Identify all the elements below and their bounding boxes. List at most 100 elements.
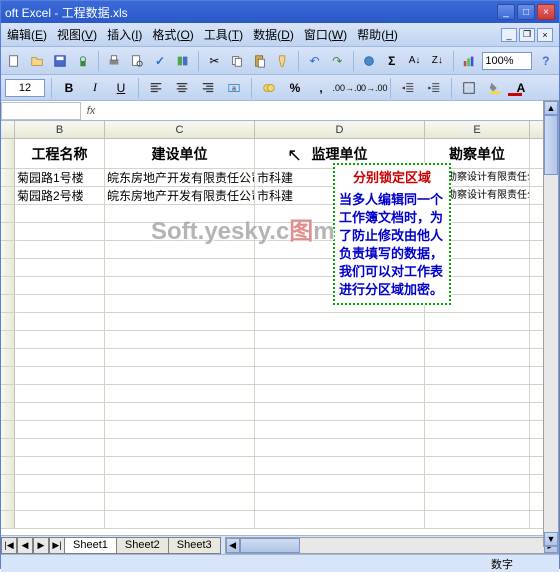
column-header-e[interactable]: E [425, 121, 530, 138]
workbook-close-button[interactable]: × [537, 28, 553, 42]
row-header[interactable] [1, 313, 15, 330]
scroll-up-icon[interactable]: ▲ [544, 101, 558, 115]
cell-header-c[interactable]: 建设单位 [105, 139, 255, 168]
underline-button[interactable]: U [110, 77, 132, 99]
cell[interactable] [105, 223, 255, 240]
formula-input[interactable] [101, 102, 559, 120]
cell[interactable] [425, 439, 530, 456]
row-header[interactable] [1, 457, 15, 474]
undo-icon[interactable]: ↶ [305, 50, 324, 72]
cell[interactable] [15, 493, 105, 510]
font-size-input[interactable] [5, 79, 45, 97]
cell[interactable] [255, 385, 425, 402]
scroll-thumb[interactable] [240, 538, 300, 553]
cell[interactable] [425, 457, 530, 474]
paste-icon[interactable] [251, 50, 270, 72]
cell[interactable] [15, 259, 105, 276]
maximize-button[interactable]: □ [517, 4, 535, 20]
tab-prev-icon[interactable]: ◀ [17, 537, 33, 554]
cell[interactable] [105, 241, 255, 258]
row-header[interactable] [1, 331, 15, 348]
cell[interactable]: 皖东房地产开发有限责任公司 [105, 169, 255, 186]
row-header[interactable] [1, 241, 15, 258]
name-box[interactable] [1, 102, 81, 120]
cell[interactable] [255, 367, 425, 384]
row-header[interactable] [1, 139, 15, 168]
cell[interactable] [105, 259, 255, 276]
sheet-tab-3[interactable]: Sheet3 [168, 537, 221, 554]
cell[interactable] [255, 475, 425, 492]
increase-indent-icon[interactable] [423, 77, 445, 99]
scroll-left-icon[interactable]: ◀ [226, 538, 240, 553]
cell[interactable] [105, 205, 255, 222]
horizontal-scrollbar[interactable]: ◀ ▶ [225, 537, 559, 554]
cell[interactable] [255, 511, 425, 528]
row-header[interactable] [1, 295, 15, 312]
column-header-b[interactable]: B [15, 121, 105, 138]
cell-header-b[interactable]: 工程名称 [15, 139, 105, 168]
cell[interactable] [255, 421, 425, 438]
row-header[interactable] [1, 277, 15, 294]
cell[interactable] [15, 511, 105, 528]
cell[interactable] [255, 331, 425, 348]
redo-icon[interactable]: ↷ [328, 50, 347, 72]
row-header[interactable] [1, 511, 15, 528]
cell[interactable] [425, 493, 530, 510]
scroll-thumb[interactable] [544, 115, 558, 175]
increase-decimal-icon[interactable]: .00→.0 [336, 77, 358, 99]
cell[interactable] [425, 313, 530, 330]
chart-icon[interactable] [460, 50, 479, 72]
cell[interactable] [15, 457, 105, 474]
menu-help[interactable]: 帮助(H) [357, 26, 398, 43]
decrease-indent-icon[interactable] [397, 77, 419, 99]
cell[interactable] [425, 421, 530, 438]
open-icon[interactable] [28, 50, 47, 72]
minimize-button[interactable]: _ [497, 4, 515, 20]
cell[interactable] [15, 295, 105, 312]
menu-view[interactable]: 视图(V) [57, 26, 97, 43]
menu-format[interactable]: 格式(O) [152, 26, 193, 43]
cell[interactable] [255, 403, 425, 420]
cell[interactable] [15, 403, 105, 420]
cell[interactable]: 菊园路2号楼 [15, 187, 105, 204]
cell[interactable] [15, 385, 105, 402]
cell[interactable] [15, 349, 105, 366]
row-header[interactable] [1, 439, 15, 456]
cell[interactable] [105, 367, 255, 384]
fx-button[interactable]: fx [81, 105, 101, 117]
workbook-restore-button[interactable]: ❐ [519, 28, 535, 42]
cell[interactable] [105, 493, 255, 510]
scroll-down-icon[interactable]: ▼ [544, 532, 558, 546]
research-icon[interactable] [173, 50, 192, 72]
merge-center-icon[interactable]: a [223, 77, 245, 99]
cell[interactable] [105, 439, 255, 456]
cell[interactable] [15, 241, 105, 258]
cells-area[interactable]: 工程名称 建设单位 监理单位 勘察单位 菊园路1号楼 皖东房地产开发有限责任公司… [1, 139, 559, 535]
print-icon[interactable] [105, 50, 124, 72]
bold-button[interactable]: B [58, 77, 80, 99]
cell[interactable] [105, 313, 255, 330]
row-header[interactable] [1, 475, 15, 492]
currency-icon[interactable] [258, 77, 280, 99]
sort-asc-icon[interactable]: A↓ [405, 50, 424, 72]
select-all-corner[interactable] [1, 121, 15, 138]
sheet-tab-2[interactable]: Sheet2 [116, 537, 169, 554]
tab-next-icon[interactable]: ▶ [33, 537, 49, 554]
vertical-scrollbar[interactable]: ▲ ▼ [543, 100, 559, 547]
cell[interactable] [425, 511, 530, 528]
permission-icon[interactable] [73, 50, 92, 72]
tab-last-icon[interactable]: ▶| [49, 537, 65, 554]
cell[interactable] [15, 475, 105, 492]
percent-icon[interactable]: % [284, 77, 306, 99]
menu-data[interactable]: 数据(D) [253, 26, 294, 43]
cell[interactable] [425, 385, 530, 402]
fill-color-icon[interactable] [484, 77, 506, 99]
cell[interactable] [105, 457, 255, 474]
row-header[interactable] [1, 367, 15, 384]
cell[interactable] [15, 439, 105, 456]
autosum-icon[interactable]: Σ [382, 50, 401, 72]
cell[interactable] [425, 331, 530, 348]
borders-icon[interactable] [458, 77, 480, 99]
align-center-icon[interactable] [171, 77, 193, 99]
cell[interactable] [255, 349, 425, 366]
